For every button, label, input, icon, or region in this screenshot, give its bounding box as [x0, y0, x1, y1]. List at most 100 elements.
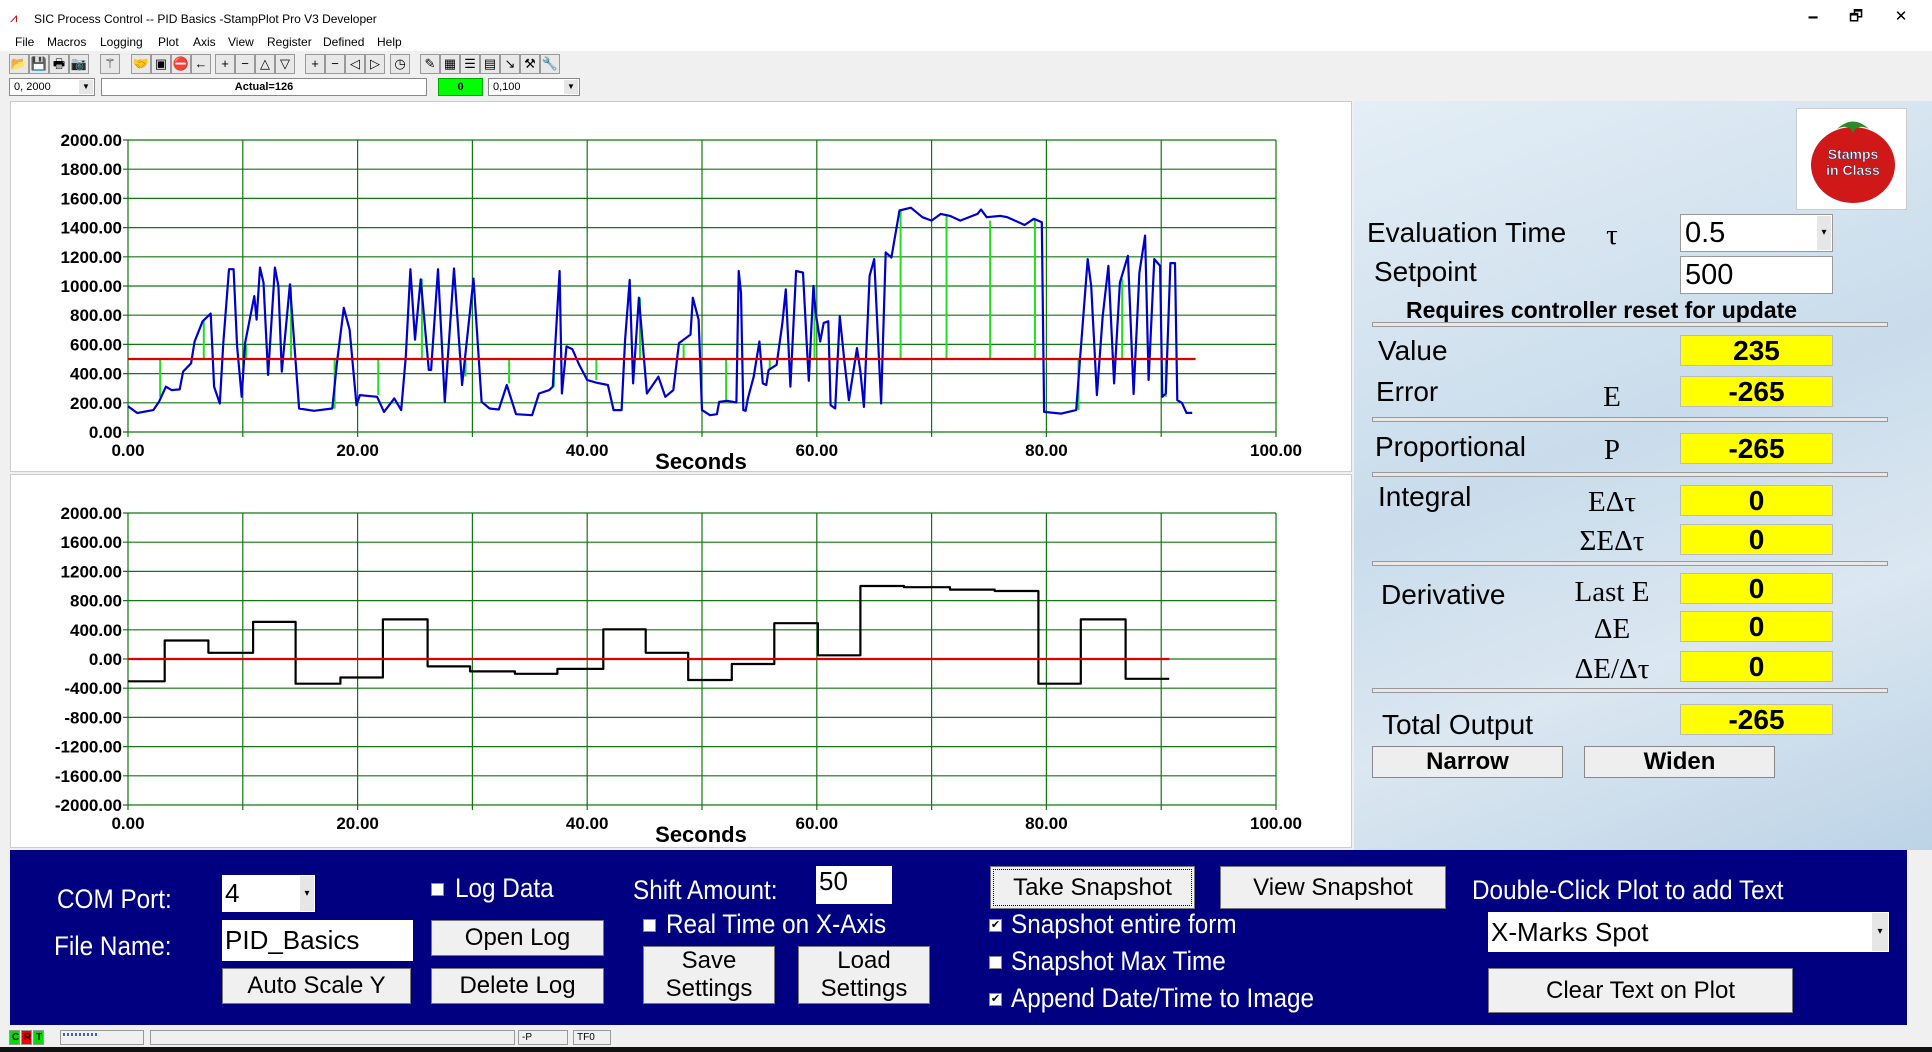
menu-view[interactable]: View	[228, 35, 254, 49]
stop-icon[interactable]: ⛔	[171, 54, 191, 74]
menu-register[interactable]: Register	[267, 35, 312, 49]
range-bar: 0, 2000 ▼ Actual=126 0 0,100 ▼	[0, 76, 1932, 98]
widen-button[interactable]: Widen	[1584, 746, 1775, 778]
save-icon[interactable]: 💾	[29, 54, 49, 74]
triangle-right-icon[interactable]: ▷	[365, 54, 385, 74]
window-title: SIC Process Control -- PID Basics -Stamp…	[34, 12, 377, 26]
delta-e-dtau-symbol: ΔE/Δτ	[1574, 653, 1650, 685]
print-icon[interactable]: 🖶	[49, 54, 69, 74]
x-tick-label: 80.00	[1025, 814, 1068, 833]
chart-grid-icon[interactable]: ▦	[440, 54, 460, 74]
y-range-select[interactable]: 0, 2000 ▼	[9, 78, 95, 96]
save-settings-button[interactable]: Save Settings	[643, 946, 775, 1004]
x-range-select[interactable]: 0,100 ▼	[488, 78, 580, 96]
clock-icon[interactable]: ◷	[390, 54, 410, 74]
load-settings-button[interactable]: Load Settings	[798, 946, 930, 1004]
snapshot-max-time-checkbox[interactable]	[989, 956, 1002, 969]
note-icon[interactable]: ☰	[460, 54, 480, 74]
magic-wand-icon[interactable]: ⚚	[100, 54, 120, 74]
file-name-input[interactable]: PID_Basics	[222, 920, 413, 961]
menu-bar: File Macros Logging Plot Axis View Regis…	[0, 33, 1932, 51]
handshake-icon[interactable]: 🤝	[131, 54, 151, 74]
narrow-button[interactable]: Narrow	[1372, 746, 1563, 778]
x-range-value: 0,100	[493, 81, 521, 93]
value-display: 235	[1680, 335, 1833, 366]
real-time-checkbox[interactable]	[643, 919, 656, 932]
calculator-icon[interactable]: ▤	[480, 54, 500, 74]
clear-text-button[interactable]: Clear Text on Plot	[1488, 968, 1793, 1013]
delta-e-display: 0	[1680, 611, 1833, 642]
setpoint-label: Setpoint	[1374, 256, 1477, 287]
delete-log-button[interactable]: Delete Log	[431, 968, 604, 1004]
take-snapshot-button[interactable]: Take Snapshot	[990, 866, 1195, 909]
chevron-down-icon[interactable]: ▼	[564, 80, 578, 94]
menu-help[interactable]: Help	[377, 35, 402, 49]
chevron-down-icon[interactable]: ▾	[300, 876, 314, 911]
plus-icon[interactable]: +	[305, 54, 325, 74]
monitor-icon[interactable]: ▣	[151, 54, 171, 74]
divider	[1372, 322, 1888, 327]
wrench-icon[interactable]: 🔧	[540, 54, 560, 74]
menu-defined[interactable]: Defined	[323, 35, 364, 49]
buffer-progress	[60, 1030, 144, 1045]
triangle-left-icon[interactable]: ◁	[345, 54, 365, 74]
shift-amount-input[interactable]: 50	[816, 866, 892, 904]
controller-output-chart[interactable]: 2000.00 1600.00 1200.00 800.00 400.00 0.00 -40…	[11, 475, 1353, 849]
y-tick-label: -1600.00	[55, 767, 122, 786]
file-name-label: File Name:	[54, 931, 172, 961]
snapshot-max-time-label: Snapshot Max Time	[1011, 946, 1226, 976]
auto-scale-y-button[interactable]: Auto Scale Y	[222, 968, 411, 1004]
y-tick-label: 0.00	[89, 423, 122, 442]
menu-macros[interactable]: Macros	[47, 35, 86, 49]
chevron-down-icon[interactable]: ▼	[79, 80, 93, 94]
y-tick-label: -800.00	[64, 708, 122, 727]
y-tick-label: 1000.00	[61, 277, 122, 296]
menu-logging[interactable]: Logging	[100, 35, 143, 49]
maximize-button[interactable]: 🗗	[1836, 6, 1876, 28]
chevron-down-icon[interactable]: ▾	[1817, 216, 1831, 250]
plot-text-select[interactable]: X-Marks Spot ▾	[1488, 912, 1889, 952]
setpoint-input[interactable]: 500	[1680, 256, 1833, 294]
snapshot-entire-form-checkbox[interactable]: ✔	[989, 919, 1002, 932]
probe-icon[interactable]: ↘	[500, 54, 520, 74]
x-tick-label: 20.00	[336, 441, 379, 460]
x-tick-label: 60.00	[796, 814, 839, 833]
minimize-button[interactable]: 🗕	[1793, 6, 1833, 28]
process-value-chart[interactable]: 2000.00 1800.00 1600.00 1400.00 1200.00 1000.…	[11, 102, 1353, 474]
open-folder-icon[interactable]: 📂	[9, 54, 29, 74]
append-date-checkbox[interactable]: ✔	[989, 993, 1002, 1006]
chevron-down-icon[interactable]: ▾	[1872, 913, 1888, 951]
taskbar-edge	[0, 1047, 1932, 1052]
append-date-label: Append Date/Time to Image	[1011, 983, 1315, 1013]
pen-icon[interactable]: ✎	[420, 54, 440, 74]
y-tick-label: -1200.00	[55, 738, 122, 757]
hammer-icon[interactable]: ⚒	[520, 54, 540, 74]
view-snapshot-button[interactable]: View Snapshot	[1220, 866, 1446, 909]
receive-indicator: R	[21, 1030, 32, 1045]
minus-icon[interactable]: −	[325, 54, 345, 74]
menu-axis[interactable]: Axis	[193, 35, 216, 49]
indicator-field: 0	[438, 78, 483, 96]
triangle-up-icon[interactable]: △	[255, 54, 275, 74]
open-log-button[interactable]: Open Log	[431, 920, 604, 956]
arrow-left-icon[interactable]: ←	[191, 54, 211, 74]
com-port-value: 4	[225, 878, 240, 908]
evaluation-time-select[interactable]: 0.5 ▾	[1680, 214, 1833, 252]
y-range-value: 0, 2000	[14, 81, 51, 93]
status-field: Actual=126	[101, 78, 427, 96]
minus-icon[interactable]: −	[235, 54, 255, 74]
camera-icon[interactable]: 📷	[69, 54, 89, 74]
integral-label: Integral	[1378, 481, 1472, 512]
controller-output-plot[interactable]: 2000.00 1600.00 1200.00 800.00 400.00 0.00 -40…	[10, 474, 1352, 848]
proportional-display: -265	[1680, 433, 1833, 464]
process-value-plot[interactable]: 2000.00 1800.00 1600.00 1400.00 1200.00 1000.…	[10, 101, 1353, 474]
menu-plot[interactable]: Plot	[158, 35, 179, 49]
com-port-select[interactable]: 4 ▾	[222, 875, 315, 912]
plot-text-value: X-Marks Spot	[1491, 917, 1649, 947]
status-field-p: -P	[518, 1030, 568, 1045]
plus-icon[interactable]: +	[215, 54, 235, 74]
triangle-down-icon[interactable]: ▽	[275, 54, 295, 74]
menu-file[interactable]: File	[15, 35, 34, 49]
close-button[interactable]: ✕	[1881, 6, 1921, 28]
log-data-checkbox[interactable]	[431, 883, 444, 896]
